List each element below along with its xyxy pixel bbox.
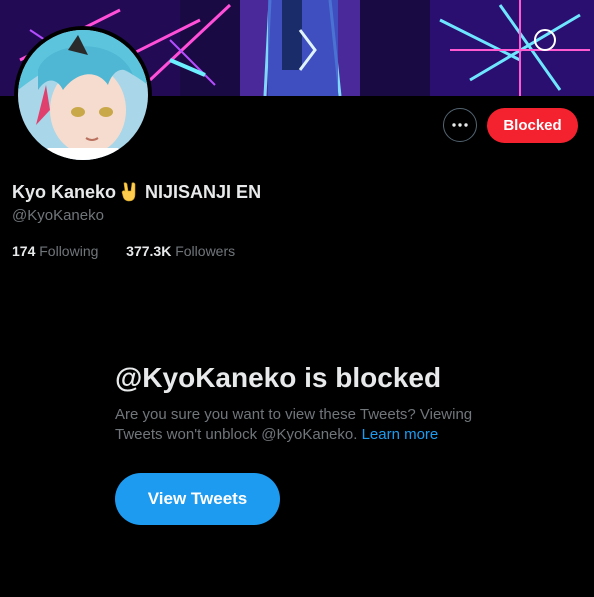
blocked-button[interactable]: Blocked <box>487 108 578 143</box>
blocked-description: Are you sure you want to view these Twee… <box>115 405 495 445</box>
following-link[interactable]: 174 Following <box>12 243 102 259</box>
blocked-title: @KyoKaneko is blocked <box>115 362 442 393</box>
view-tweets-button[interactable]: View Tweets <box>115 473 280 525</box>
display-name: Kyo Kaneko <box>12 181 117 202</box>
profile-handle: @KyoKaneko <box>12 207 104 224</box>
rock-on-hand-emoji <box>120 181 140 203</box>
more-options-button[interactable] <box>443 108 477 142</box>
learn-more-link[interactable]: Learn more <box>362 426 439 443</box>
followers-count: 377.3K <box>126 243 172 259</box>
followers-link[interactable]: 377.3K Followers <box>126 243 235 259</box>
profile-name: Kyo Kaneko NIJISANJI EN <box>12 181 261 203</box>
following-count: 174 <box>12 243 36 259</box>
avatar-image <box>18 30 148 160</box>
profile-avatar[interactable] <box>14 26 152 164</box>
profile-stats: 174 Following 377.3K Followers <box>12 243 235 259</box>
following-label: Following <box>39 243 99 259</box>
more-horizontal-icon <box>452 123 468 127</box>
name-suffix: NIJISANJI EN <box>145 181 262 202</box>
followers-label: Followers <box>175 243 236 259</box>
